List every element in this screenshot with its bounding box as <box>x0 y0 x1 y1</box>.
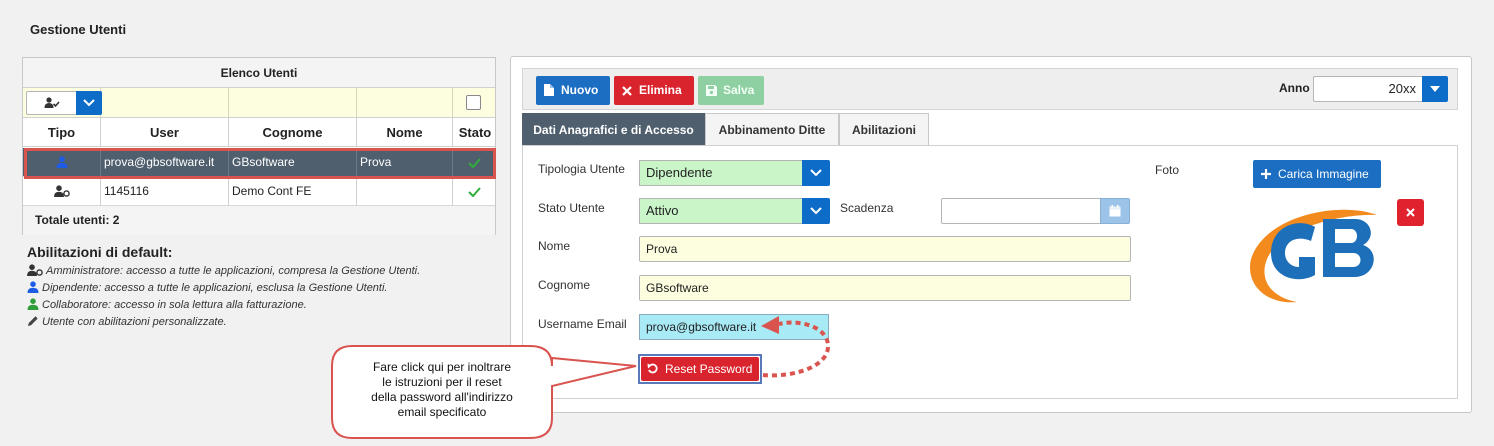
admin-user-icon <box>54 185 70 197</box>
tipologia-label: Tipologia Utente <box>538 162 625 176</box>
cognome-label: Cognome <box>538 278 591 292</box>
toolbar: Nuovo Elimina Salva Anno 20xx <box>522 68 1458 110</box>
stato-label: Stato Utente <box>538 201 605 215</box>
undo-icon <box>647 363 658 374</box>
column-header-cognome[interactable]: Cognome <box>229 118 357 147</box>
table-header: Tipo User Cognome Nome Stato <box>23 118 495 147</box>
legend-item-admin: Amministratore: accesso a tutte le appli… <box>27 264 420 277</box>
user-icon <box>27 281 39 293</box>
caret-down-icon <box>1430 86 1440 92</box>
annotation-arrow <box>761 316 831 378</box>
anno-dropdown-button[interactable] <box>1422 76 1448 102</box>
anno-label: Anno <box>1279 81 1310 95</box>
chevron-down-icon <box>83 99 95 107</box>
legend-item-personalizzato: Utente con abilitazioni personalizzate. <box>27 315 227 328</box>
file-icon <box>544 84 554 96</box>
column-header-nome[interactable]: Nome <box>357 118 453 147</box>
users-list-panel: Elenco Utenti Tipo User Cognome Nome Sta… <box>22 57 496 235</box>
gb-logo-image <box>1250 209 1377 303</box>
tab-abbinamento-ditte[interactable]: Abbinamento Ditte <box>705 113 839 145</box>
column-header-tipo[interactable]: Tipo <box>23 118 101 147</box>
carica-immagine-button[interactable]: Carica Immagine <box>1253 160 1381 188</box>
table-row[interactable]: prova@gbsoftware.it GBsoftware Prova <box>23 148 495 177</box>
cognome-filter-input[interactable] <box>229 88 357 118</box>
cell-cognome: GBsoftware <box>229 148 357 177</box>
cognome-input[interactable]: GBsoftware <box>639 275 1131 301</box>
save-icon <box>706 85 717 96</box>
cell-nome: Prova <box>357 148 453 177</box>
calendar-icon <box>1109 205 1121 217</box>
nuovo-button[interactable]: Nuovo <box>536 76 610 105</box>
nome-filter-input[interactable] <box>357 88 453 118</box>
tipologia-dropdown-button[interactable] <box>802 160 830 186</box>
cell-user: prova@gbsoftware.it <box>101 148 229 177</box>
salva-button[interactable]: Salva <box>698 76 764 105</box>
page-title: Gestione Utenti <box>30 22 127 37</box>
close-icon <box>1406 208 1415 217</box>
user-icon <box>56 156 68 168</box>
nome-label: Nome <box>538 239 571 253</box>
reset-password-highlight: Reset Password <box>638 354 762 384</box>
admin-user-icon <box>27 264 43 276</box>
scadenza-label: Scadenza <box>840 201 894 215</box>
tab-abilitazioni[interactable]: Abilitazioni <box>839 113 929 145</box>
stato-select[interactable]: Attivo <box>639 198 803 224</box>
cell-nome <box>357 177 453 206</box>
table-row[interactable]: 1145116 Demo Cont FE <box>23 177 495 206</box>
username-label: Username Email <box>538 317 627 331</box>
legend-title: Abilitazioni di default: <box>27 244 173 260</box>
cell-cognome: Demo Cont FE <box>229 177 357 206</box>
nome-input[interactable]: Prova <box>639 236 1131 262</box>
reset-password-button[interactable]: Reset Password <box>641 357 759 381</box>
pencil-icon <box>28 316 38 326</box>
type-filter-select[interactable] <box>26 91 102 115</box>
chevron-down-icon <box>810 207 822 215</box>
stato-dropdown-button[interactable] <box>802 198 830 224</box>
cell-user: 1145116 <box>101 177 229 206</box>
column-header-user[interactable]: User <box>101 118 229 147</box>
close-icon <box>622 86 632 96</box>
callout-text: Fare click qui per inoltrare le istruzio… <box>371 360 513 419</box>
check-icon <box>468 158 481 168</box>
anno-input[interactable]: 20xx <box>1313 76 1423 102</box>
check-icon <box>468 187 481 197</box>
type-filter-dropdown-button[interactable] <box>76 91 102 115</box>
stato-filter-checkbox[interactable] <box>466 95 481 110</box>
column-header-stato[interactable]: Stato <box>453 118 497 147</box>
filter-row <box>23 88 495 118</box>
collaborator-user-icon <box>27 298 39 310</box>
tipologia-select[interactable]: Dipendente <box>639 160 803 186</box>
chevron-down-icon <box>810 169 822 177</box>
scadenza-input[interactable] <box>941 198 1101 224</box>
elimina-button[interactable]: Elimina <box>614 76 694 105</box>
user-filter-input[interactable] <box>101 88 229 118</box>
legend-item-dipendente: Dipendente: accesso a tutte le applicazi… <box>27 281 387 294</box>
legend-item-collaboratore: Collaboratore: accesso in sola lettura a… <box>27 298 307 311</box>
foto-label: Foto <box>1155 163 1180 177</box>
calendar-button[interactable] <box>1100 198 1130 224</box>
plus-icon <box>1261 169 1271 179</box>
user-check-icon <box>44 97 60 108</box>
tab-dati-anagrafici[interactable]: Dati Anagrafici e di Accesso <box>522 113 705 145</box>
users-list-title: Elenco Utenti <box>23 58 495 88</box>
total-users: Totale utenti: 2 <box>23 206 495 235</box>
